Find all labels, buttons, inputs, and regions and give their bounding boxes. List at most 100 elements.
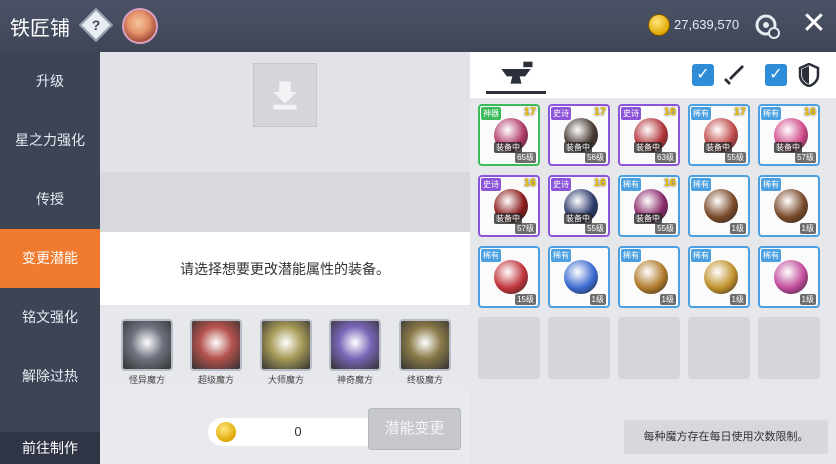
rarity-badge: 稀有 [761,178,781,191]
potential-change-button[interactable]: 潜能变更 [368,408,461,450]
rarity-badge: 稀有 [691,107,711,120]
cost-display: 0 [208,418,368,446]
meso-coin-icon [648,14,670,36]
cube-label: 终极魔方 [406,375,443,385]
cube-limit-notice: 每种魔方存在每日使用次数限制。 [624,420,828,454]
rarity-badge: 史诗 [551,178,571,191]
help-button[interactable]: ? [79,8,113,42]
equipment-item[interactable]: 稀有 15级 [478,246,540,308]
empty-slot [548,317,610,379]
rarity-badge: 稀有 [691,249,711,262]
required-level: 1级 [659,294,676,305]
instruction-area: 请选择想要更改潜能属性的装备。 [100,232,470,305]
star-level: 16 [803,106,816,118]
equipment-item[interactable]: 稀有 1级 [548,246,610,308]
cube-master[interactable] [260,319,312,371]
equipment-item[interactable]: 稀有 1级 [758,246,820,308]
equipment-icon [634,260,668,294]
meso-amount: 27,639,570 [674,17,740,32]
equipment-icon [564,260,598,294]
required-level: 55级 [585,223,606,234]
action-bar: 0 潜能变更 [100,390,470,464]
empty-slot [478,317,540,379]
star-level: 16 [523,177,536,189]
cost-value: 0 [294,424,302,439]
settings-icon[interactable] [752,10,782,40]
equipment-drop-slot[interactable] [253,63,317,127]
required-level: 1级 [799,223,816,234]
required-level: 1级 [729,223,746,234]
rarity-badge: 稀有 [481,249,501,262]
cube-label: 大师魔方 [267,375,304,385]
sidebar-item-remove-overheat[interactable]: 解除过热 [0,347,100,406]
equipment-item[interactable]: 稀有 17 装备中 55级 [688,104,750,166]
equipment-inventory: ✓ ✓ 神器 17 装备中 65级 史诗 17 装备中 56级 史诗 16 装备中 63级 稀有 17 装备… [470,52,836,464]
cube-list: 怪异魔方 超级魔方 大师魔方 神奇魔方 终极魔方 [100,305,470,390]
rarity-badge: 稀有 [691,178,711,191]
rarity-badge: 史诗 [551,107,571,120]
weapon-filter-checkbox[interactable]: ✓ [692,64,714,86]
rarity-badge: 史诗 [621,107,641,120]
cube-ultimate[interactable] [399,319,451,371]
shield-icon [798,63,820,87]
rarity-badge: 稀有 [761,107,781,120]
star-level: 17 [523,106,536,118]
equipment-icon [494,260,528,294]
cube-strange[interactable] [121,319,173,371]
equipment-item[interactable]: 稀有 1级 [758,175,820,237]
required-level: 63级 [655,152,676,163]
star-level: 17 [733,106,746,118]
title-bar: 铁匠铺 ? 27,639,570 ✕ [0,0,836,52]
required-level: 55级 [725,152,746,163]
equipment-item[interactable]: 史诗 17 装备中 56级 [548,104,610,166]
star-level: 16 [663,106,676,118]
potential-panel: 请选择想要更改潜能属性的装备。 怪异魔方 超级魔方 大师魔方 神奇魔方 终极魔方… [100,52,470,464]
cube-super[interactable] [190,319,242,371]
sidebar-item-transfer[interactable]: 传授 [0,170,100,229]
equipment-item[interactable]: 稀有 16 装备中 55级 [618,175,680,237]
cube-miracle[interactable] [329,319,381,371]
cube-label: 神奇魔方 [336,375,373,385]
required-level: 1级 [729,294,746,305]
equipment-item[interactable]: 神器 17 装备中 65级 [478,104,540,166]
equipment-item[interactable]: 史诗 16 装备中 55级 [548,175,610,237]
equipment-item[interactable]: 稀有 1级 [688,175,750,237]
equipment-icon [704,189,738,223]
help-icon: ? [91,17,101,33]
armor-filter-checkbox[interactable]: ✓ [765,64,787,86]
equipment-icon [704,260,738,294]
star-level: 17 [593,106,606,118]
empty-slot [618,317,680,379]
equipment-item[interactable]: 稀有 16 装备中 57级 [758,104,820,166]
page-title: 铁匠铺 [10,18,70,40]
rarity-badge: 稀有 [551,249,571,262]
close-button[interactable]: ✕ [798,8,830,40]
inventory-toolbar: ✓ ✓ [470,52,836,98]
required-level: 1级 [589,294,606,305]
instruction-text: 请选择想要更改潜能属性的装备。 [180,261,390,277]
equipment-item[interactable]: 史诗 16 装备中 57级 [478,175,540,237]
equipment-icon [774,260,808,294]
go-craft-button[interactable]: 前往制作 [0,432,100,464]
sidebar-item-potential-change[interactable]: 变更潜能 [0,229,100,288]
sidebar-item-upgrade[interactable]: 升级 [0,52,100,111]
rarity-badge: 稀有 [761,249,781,262]
equipment-item[interactable]: 稀有 1级 [618,246,680,308]
equipment-item[interactable]: 稀有 1级 [688,246,750,308]
required-level: 56级 [585,152,606,163]
cube-label: 超级魔方 [197,375,234,385]
rarity-badge: 稀有 [621,249,641,262]
empty-slot [758,317,820,379]
equipment-item[interactable]: 史诗 16 装备中 63级 [618,104,680,166]
rarity-badge: 稀有 [621,178,641,191]
anvil-tab-icon[interactable] [486,58,546,94]
sidebar-item-star-force[interactable]: 星之力强化 [0,111,100,170]
sidebar-item-inscription[interactable]: 铭文强化 [0,288,100,347]
equipment-icon [774,189,808,223]
required-level: 15级 [515,294,536,305]
star-level: 16 [663,177,676,189]
character-avatar-icon[interactable] [122,8,158,44]
download-icon [273,81,297,110]
sword-icon [724,65,744,85]
rarity-badge: 神器 [481,107,501,120]
